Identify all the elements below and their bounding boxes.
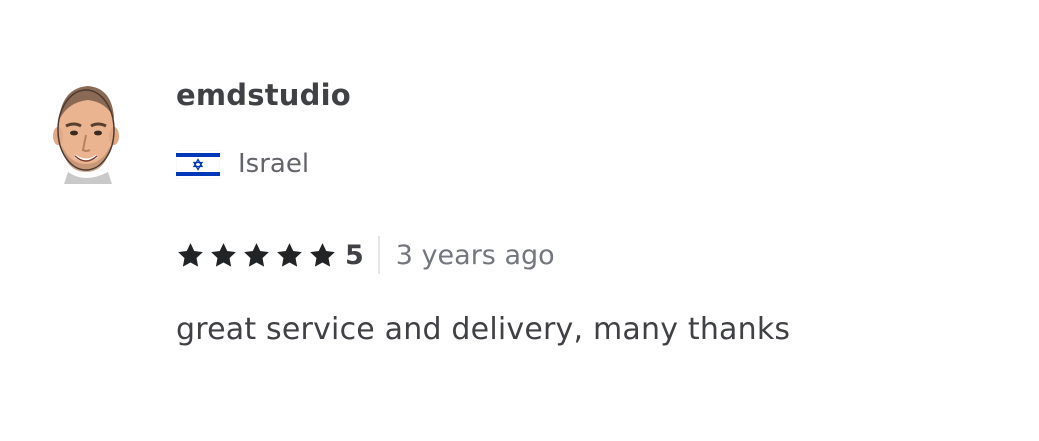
divider <box>377 236 380 274</box>
review-text: great service and delivery, many thanks <box>176 312 791 347</box>
star-icon <box>244 242 269 267</box>
star-icon <box>310 242 335 267</box>
star-rating <box>176 241 337 270</box>
rating-row: 5 3 years ago <box>176 234 555 276</box>
star-icon <box>277 242 302 267</box>
avatar[interactable] <box>50 80 120 184</box>
star-icon <box>211 242 236 267</box>
country-name: Israel <box>238 149 310 179</box>
review-time: 3 years ago <box>395 239 555 271</box>
star-icon <box>178 242 203 267</box>
rating-value: 5 <box>345 239 364 271</box>
avatar-image <box>53 86 119 184</box>
country: Israel <box>176 146 309 182</box>
review-card: emdstudio Israel 5 3 years ago great ser… <box>0 0 1039 441</box>
username[interactable]: emdstudio <box>176 78 351 112</box>
israel-flag-icon <box>176 149 220 179</box>
